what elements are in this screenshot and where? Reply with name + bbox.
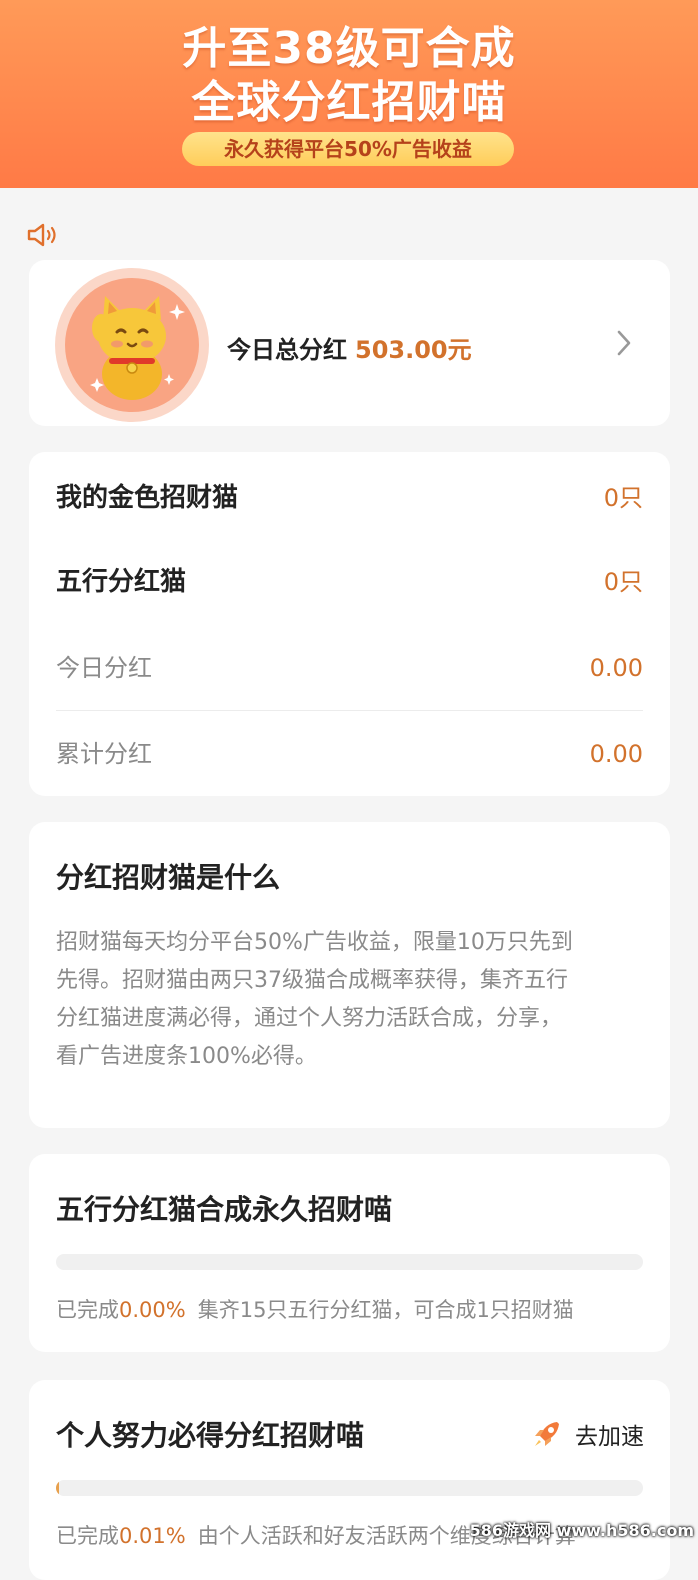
combine-status: 已完成0.00% 集齐15只五行分红猫，可合成1只招财猫: [56, 1294, 574, 1324]
lucky-cat-avatar: [55, 268, 209, 422]
today-dividend-value: 0.00: [590, 638, 643, 698]
chevron-right-icon[interactable]: [614, 328, 634, 358]
combine-progress-bar: [56, 1254, 643, 1270]
lucky-cat-icon: [65, 278, 199, 412]
golden-cat-value: 0只: [604, 468, 643, 528]
combine-progress-card: 五行分红猫合成永久招财喵 已完成0.00% 集齐15只五行分红猫，可合成1只招财猫: [29, 1154, 670, 1352]
top-banner: 升至38级可合成 全球分红招财喵 永久获得平台50%广告收益: [0, 0, 698, 188]
personal-done-label: 已完成: [56, 1524, 119, 1548]
about-line: 招财猫每天均分平台50%广告收益，限量10万只先到: [56, 924, 648, 962]
dividend-summary-card[interactable]: 今日总分红 503.00元: [29, 260, 670, 426]
total-dividend-row: 累计分红 0.00: [56, 724, 643, 784]
speaker-icon[interactable]: [26, 222, 62, 248]
total-dividend-value: 0.00: [590, 724, 643, 784]
my-cats-card: 我的金色招财猫 0只 五行分红猫 0只 今日分红 0.00 累计分红 0.00: [29, 452, 670, 796]
today-dividend-label: 今日分红: [56, 638, 152, 698]
personal-progress-bar: [56, 1480, 643, 1496]
combine-done-value: 0.00%: [119, 1298, 186, 1322]
rocket-icon: [531, 1418, 563, 1450]
about-description: 招财猫每天均分平台50%广告收益，限量10万只先到 先得。招财猫由两只37级猫合…: [56, 924, 648, 1076]
speed-up-label: 去加速: [575, 1417, 644, 1451]
about-title: 分红招财猫是什么: [56, 856, 280, 896]
personal-done-value: 0.01%: [119, 1524, 186, 1548]
combine-title: 五行分红猫合成永久招财喵: [56, 1188, 392, 1228]
about-line: 先得。招财猫由两只37级猫合成概率获得，集齐五行: [56, 962, 648, 1000]
about-line: 分红猫进度满必得，通过个人努力活跃合成，分享，: [56, 1000, 648, 1038]
personal-title: 个人努力必得分红招财喵: [56, 1414, 364, 1454]
banner-title-line2: 全球分红招财喵: [0, 66, 698, 130]
today-dividend-row: 今日分红 0.00: [56, 638, 643, 698]
about-line: 看广告进度条100%必得。: [56, 1038, 648, 1076]
today-total-dividend: 今日总分红 503.00元: [227, 330, 472, 365]
site-watermark: 586游戏网 www.h586.com: [470, 1517, 694, 1541]
personal-progress-card: 个人努力必得分红招财喵 去加速 已完成0.01%由个人活跃和好友活跃两个维度综合…: [29, 1380, 670, 1580]
golden-cat-label: 我的金色招财猫: [56, 468, 238, 528]
golden-cat-row: 我的金色招财猫 0只: [56, 468, 643, 528]
five-elements-cat-label: 五行分红猫: [56, 552, 186, 612]
today-total-label: 今日总分红: [227, 336, 347, 364]
banner-subtitle-badge: 永久获得平台50%广告收益: [182, 132, 514, 166]
today-total-value: 503.00元: [355, 336, 472, 364]
divider: [56, 710, 643, 711]
combine-note: 集齐15只五行分红猫，可合成1只招财猫: [198, 1298, 574, 1322]
total-dividend-label: 累计分红: [56, 724, 152, 784]
speed-up-button[interactable]: 去加速: [531, 1416, 644, 1452]
combine-done-label: 已完成: [56, 1298, 119, 1322]
five-elements-cat-value: 0只: [604, 552, 643, 612]
about-card: 分红招财猫是什么 招财猫每天均分平台50%广告收益，限量10万只先到 先得。招财…: [29, 822, 670, 1128]
five-elements-cat-row: 五行分红猫 0只: [56, 552, 643, 612]
personal-progress-fill: [56, 1480, 59, 1496]
